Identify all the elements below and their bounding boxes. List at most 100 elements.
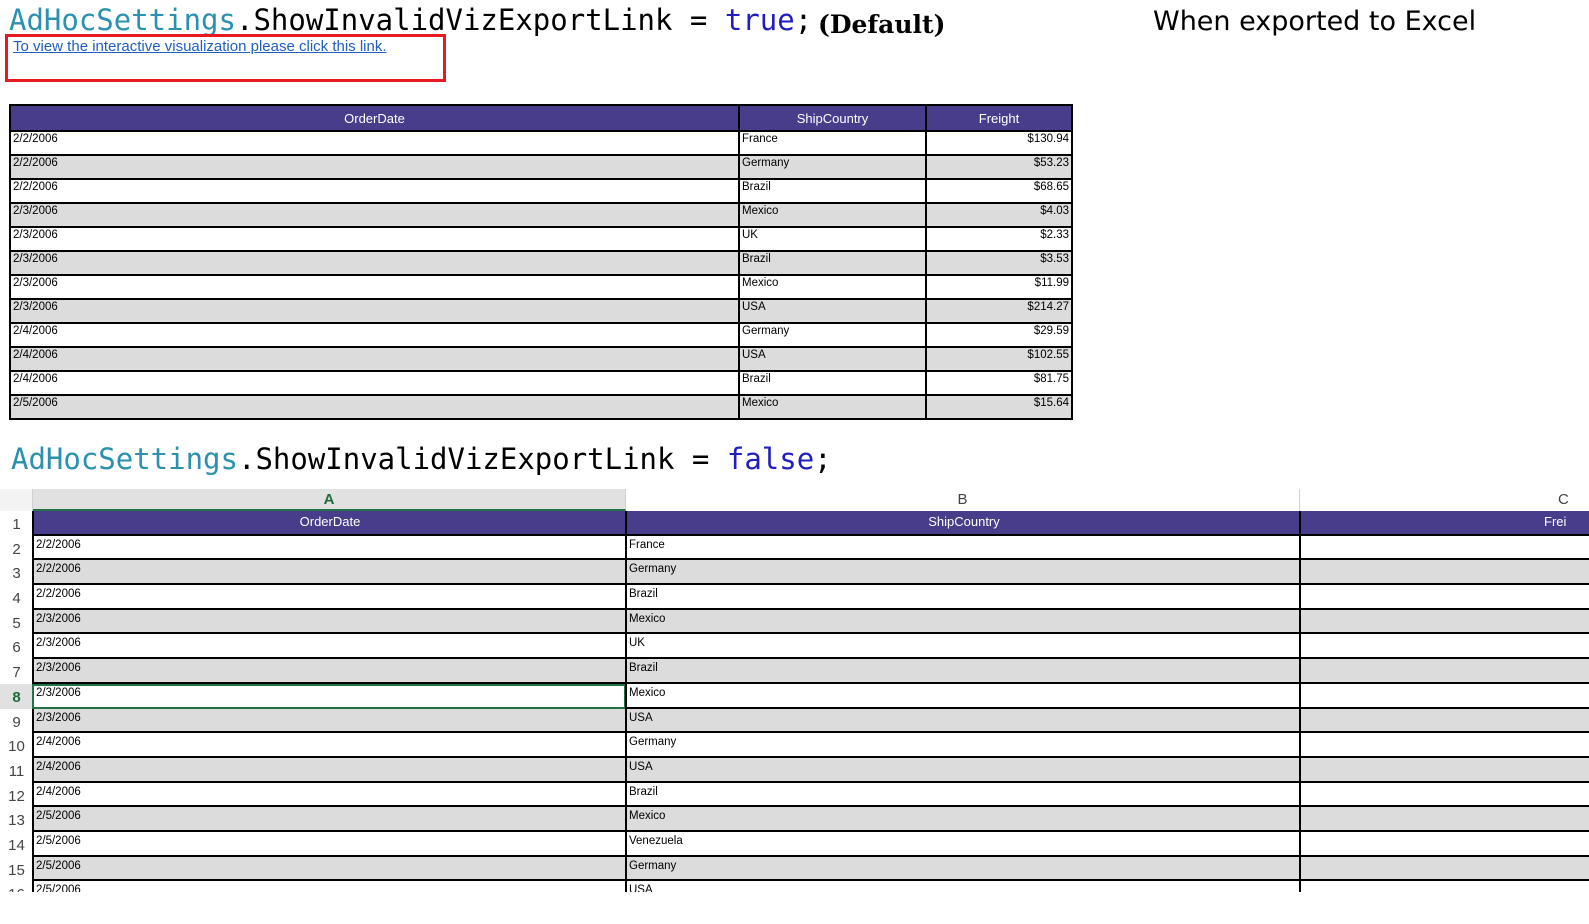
sheet-cell-c[interactable] bbox=[1299, 733, 1589, 758]
code-line-true: AdHocSettings.ShowInvalidVizExportLink =… bbox=[9, 6, 812, 35]
sheet-cell-b[interactable]: Germany bbox=[625, 856, 1301, 882]
row-number[interactable]: 3 bbox=[0, 560, 33, 586]
sheet-cell-c[interactable] bbox=[1299, 560, 1589, 586]
sheet-cell-b[interactable]: Brazil bbox=[625, 782, 1301, 808]
sheet-cell-c[interactable] bbox=[1299, 535, 1589, 561]
sheet-cell-b[interactable]: Venezuela bbox=[625, 831, 1301, 857]
sheet-cell-a[interactable]: 2/4/2006 bbox=[32, 782, 626, 808]
cell-freight: $68.65 bbox=[925, 179, 1073, 204]
row-number[interactable]: 15 bbox=[0, 856, 33, 882]
sheet-cell-a[interactable]: OrderDate bbox=[32, 511, 626, 536]
cell-shipcountry: USA bbox=[738, 299, 927, 324]
cell-freight: $3.53 bbox=[925, 251, 1073, 276]
row-number[interactable]: 12 bbox=[0, 782, 33, 808]
sheet-cell-b[interactable]: Mexico bbox=[625, 609, 1301, 635]
sheet-header-row: 1 OrderDate ShipCountry Frei bbox=[0, 511, 1589, 536]
cell-orderdate: 2/5/2006 bbox=[9, 395, 740, 420]
cell-shipcountry: Mexico bbox=[738, 395, 927, 420]
row-number[interactable]: 7 bbox=[0, 659, 33, 684]
sheet-cell-a[interactable]: 2/3/2006 bbox=[32, 609, 626, 635]
sheet-cell-c[interactable] bbox=[1299, 585, 1589, 610]
row-number[interactable]: 13 bbox=[0, 807, 33, 832]
column-header-freight: Freight bbox=[925, 104, 1073, 132]
table-row: 2/4/2006 USA $102.55 bbox=[9, 347, 1073, 372]
row-number[interactable]: 1 bbox=[0, 511, 33, 536]
sheet-cell-a[interactable]: 2/3/2006 bbox=[32, 683, 626, 709]
sheet-cell-b[interactable]: UK bbox=[625, 634, 1301, 660]
sheet-cell-c[interactable] bbox=[1299, 881, 1589, 892]
sheet-cell-c[interactable] bbox=[1299, 757, 1589, 783]
sheet-cell-b[interactable]: France bbox=[625, 535, 1301, 561]
sheet-row: 8 2/3/2006 Mexico bbox=[0, 683, 1589, 709]
cell-freight: $4.03 bbox=[925, 203, 1073, 228]
row-number[interactable]: 2 bbox=[0, 535, 33, 561]
sheet-cell-a[interactable]: 2/4/2006 bbox=[32, 733, 626, 758]
select-all-corner[interactable] bbox=[0, 489, 33, 511]
cell-freight: $29.59 bbox=[925, 323, 1073, 348]
code-semicolon: ; bbox=[794, 3, 813, 37]
sheet-cell-c[interactable] bbox=[1299, 782, 1589, 808]
sheet-cell-a[interactable]: 2/5/2006 bbox=[32, 856, 626, 882]
code-class-name: AdHocSettings bbox=[9, 3, 236, 37]
sheet-cell-b[interactable]: USA bbox=[625, 757, 1301, 783]
code-value-false: false bbox=[726, 442, 815, 476]
sheet-cell-a[interactable]: 2/3/2006 bbox=[32, 634, 626, 660]
sheet-cell-a[interactable]: 2/4/2006 bbox=[32, 757, 626, 783]
sheet-row: 10 2/4/2006 Germany bbox=[0, 733, 1589, 758]
column-header-bar: A B C bbox=[0, 489, 1589, 511]
sheet-cell-a[interactable]: 2/3/2006 bbox=[32, 659, 626, 684]
sheet-cell-a[interactable]: 2/3/2006 bbox=[32, 708, 626, 734]
sheet-cell-c[interactable] bbox=[1299, 609, 1589, 635]
cell-orderdate: 2/4/2006 bbox=[9, 323, 740, 348]
row-number[interactable]: 5 bbox=[0, 609, 33, 635]
sheet-cell-c[interactable] bbox=[1299, 683, 1589, 709]
sheet-row: 162/5/2006USA bbox=[0, 881, 1589, 892]
cell-orderdate: 2/4/2006 bbox=[9, 371, 740, 396]
row-number[interactable]: 4 bbox=[0, 585, 33, 610]
row-number[interactable]: 6 bbox=[0, 634, 33, 660]
code-class-name: AdHocSettings bbox=[11, 442, 238, 476]
column-header-a[interactable]: A bbox=[33, 489, 626, 511]
row-number[interactable]: 14 bbox=[0, 831, 33, 857]
row-number[interactable]: 16 bbox=[0, 881, 33, 892]
row-number[interactable]: 11 bbox=[0, 757, 33, 783]
sheet-cell-c[interactable] bbox=[1299, 708, 1589, 734]
sheet-cell-b[interactable]: USA bbox=[625, 881, 1301, 892]
sheet-cell-a[interactable]: 2/2/2006 bbox=[32, 560, 626, 586]
sheet-cell-a[interactable]: 2/5/2006 bbox=[32, 881, 626, 892]
column-header-b[interactable]: B bbox=[626, 489, 1300, 511]
sheet-cell-c[interactable] bbox=[1299, 659, 1589, 684]
sheet-cell-a[interactable]: 2/5/2006 bbox=[32, 831, 626, 857]
sheet-cell-c[interactable] bbox=[1299, 634, 1589, 660]
cell-orderdate: 2/3/2006 bbox=[9, 275, 740, 300]
sheet-cell-b[interactable]: ShipCountry bbox=[625, 511, 1301, 536]
row-number[interactable]: 8 bbox=[0, 683, 33, 709]
sheet-cell-b[interactable]: Brazil bbox=[625, 585, 1301, 610]
sheet-cell-a[interactable]: 2/2/2006 bbox=[32, 585, 626, 610]
column-header-c[interactable]: C bbox=[1300, 489, 1589, 511]
sheet-cell-c[interactable] bbox=[1299, 807, 1589, 832]
excel-sheet: A B C 1 OrderDate ShipCountry Frei 2 2/2/2006… bbox=[0, 489, 1589, 892]
cell-freight: $2.33 bbox=[925, 227, 1073, 252]
sheet-cell-b[interactable]: Mexico bbox=[625, 683, 1301, 709]
row-number[interactable]: 10 bbox=[0, 733, 33, 758]
interactive-visualization-link[interactable]: To view the interactive visualization pl… bbox=[13, 38, 387, 55]
sheet-cell-b[interactable]: Germany bbox=[625, 560, 1301, 586]
sheet-row: 9 2/3/2006 USA bbox=[0, 708, 1589, 734]
row-number[interactable]: 9 bbox=[0, 708, 33, 734]
sheet-row: 6 2/3/2006 UK bbox=[0, 634, 1589, 660]
sheet-cell-c[interactable] bbox=[1299, 831, 1589, 857]
cell-shipcountry: Brazil bbox=[738, 371, 927, 396]
sheet-row: 5 2/3/2006 Mexico bbox=[0, 609, 1589, 635]
sheet-cell-a[interactable]: 2/2/2006 bbox=[32, 535, 626, 561]
sheet-cell-b[interactable]: Mexico bbox=[625, 807, 1301, 832]
cell-shipcountry: France bbox=[738, 131, 927, 156]
sheet-cell-b[interactable]: Brazil bbox=[625, 659, 1301, 684]
sheet-row: 3 2/2/2006 Germany bbox=[0, 560, 1589, 586]
sheet-cell-c[interactable]: Frei bbox=[1299, 511, 1589, 536]
sheet-cell-b[interactable]: USA bbox=[625, 708, 1301, 734]
cell-orderdate: 2/3/2006 bbox=[9, 251, 740, 276]
sheet-cell-c[interactable] bbox=[1299, 856, 1589, 882]
sheet-cell-a[interactable]: 2/5/2006 bbox=[32, 807, 626, 832]
sheet-cell-b[interactable]: Germany bbox=[625, 733, 1301, 758]
